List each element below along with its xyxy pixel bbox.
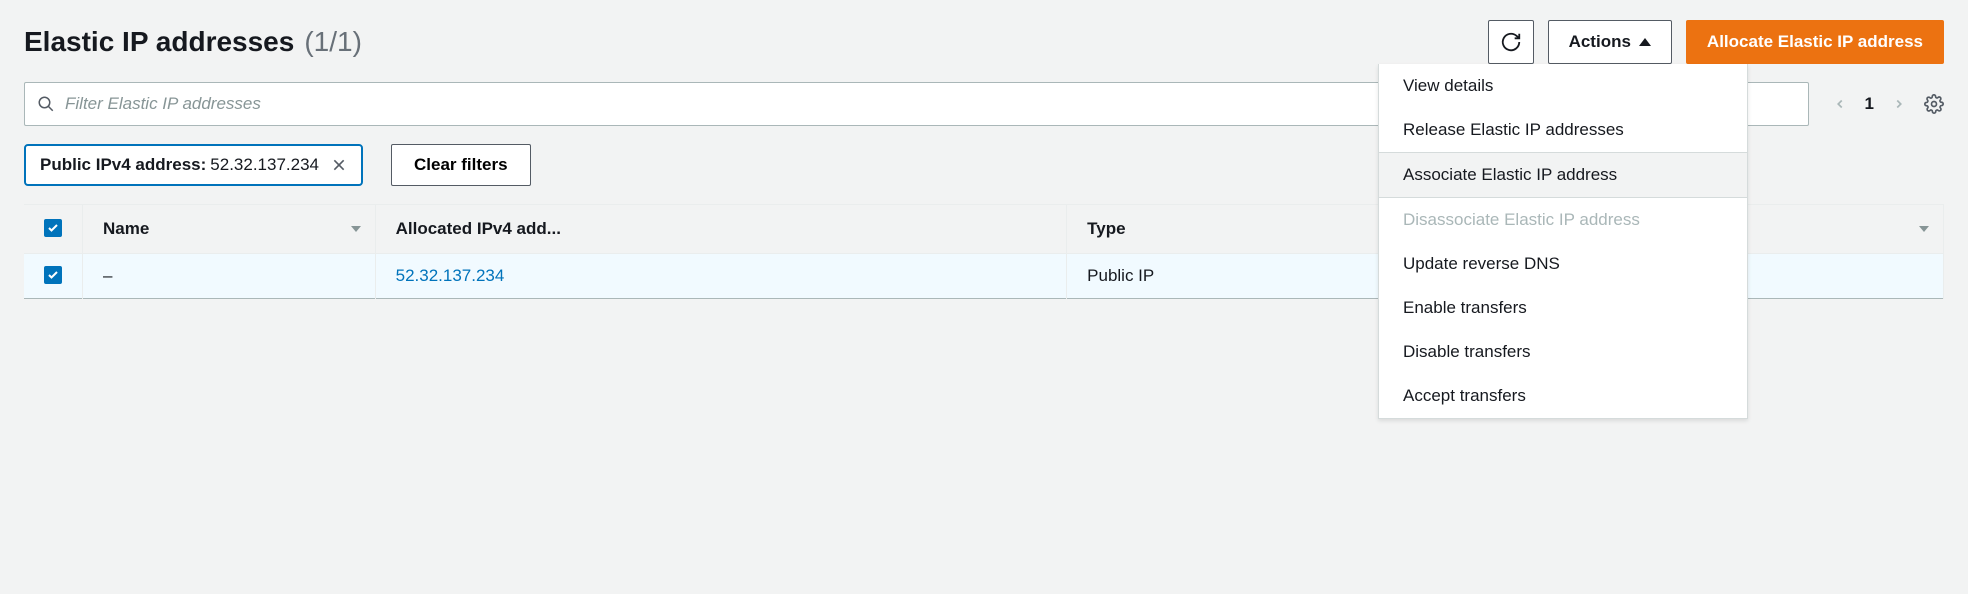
column-header-type[interactable]: Type: [1067, 205, 1429, 254]
menu-item[interactable]: View details: [1379, 64, 1747, 108]
filter-chip-value: 52.32.137.234: [210, 155, 319, 175]
gear-icon[interactable]: [1924, 94, 1944, 114]
column-header-checkbox[interactable]: [24, 205, 83, 254]
filter-chip[interactable]: Public IPv4 address: 52.32.137.234: [24, 144, 363, 186]
menu-item[interactable]: Update reverse DNS: [1379, 242, 1747, 286]
search-icon: [37, 95, 55, 113]
sort-icon: [351, 226, 361, 232]
actions-button[interactable]: Actions: [1548, 20, 1672, 64]
menu-item[interactable]: Accept transfers: [1379, 374, 1747, 418]
caret-up-icon: [1639, 38, 1651, 46]
pagination: 1: [1833, 94, 1944, 114]
page-number: 1: [1865, 94, 1874, 114]
menu-item[interactable]: Release Elastic IP addresses: [1379, 108, 1747, 152]
column-header-allocated[interactable]: Allocated IPv4 add...: [375, 205, 1067, 254]
row-checkbox[interactable]: [44, 266, 62, 284]
actions-label: Actions: [1569, 32, 1631, 52]
cell-type: Public IP: [1067, 254, 1429, 299]
column-header-name[interactable]: Name: [83, 205, 376, 254]
select-all-checkbox[interactable]: [44, 219, 62, 237]
close-icon[interactable]: [331, 157, 347, 173]
selection-count: (1/1): [304, 26, 362, 58]
sort-icon: [1919, 226, 1929, 232]
actions-dropdown: View detailsRelease Elastic IP addresses…: [1378, 64, 1748, 419]
chevron-left-icon[interactable]: [1833, 97, 1847, 111]
filter-chip-label: Public IPv4 address:: [40, 155, 206, 175]
page-title: Elastic IP addresses: [24, 26, 294, 58]
menu-item[interactable]: Enable transfers: [1379, 286, 1747, 330]
refresh-button[interactable]: [1488, 20, 1534, 64]
menu-item[interactable]: Associate Elastic IP address: [1379, 152, 1747, 198]
clear-filters-button[interactable]: Clear filters: [391, 144, 531, 186]
cell-name: –: [83, 254, 376, 299]
cell-allocated-ip[interactable]: 52.32.137.234: [375, 254, 1067, 299]
menu-item[interactable]: Disable transfers: [1379, 330, 1747, 374]
chevron-right-icon[interactable]: [1892, 97, 1906, 111]
menu-item: Disassociate Elastic IP address: [1379, 198, 1747, 242]
refresh-icon: [1500, 31, 1522, 53]
allocate-button[interactable]: Allocate Elastic IP address: [1686, 20, 1944, 64]
